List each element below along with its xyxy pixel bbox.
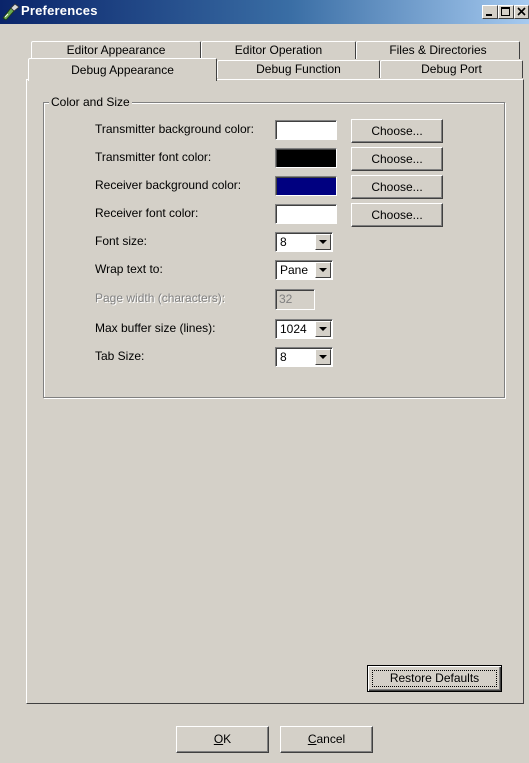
choose-transmitter-bg-button[interactable]: Choose... xyxy=(351,119,443,143)
close-button[interactable] xyxy=(514,5,529,19)
max-buffer-value: 1024 xyxy=(280,322,307,336)
transmitter-bg-label: Transmitter background color: xyxy=(95,122,254,136)
max-buffer-label: Max buffer size (lines): xyxy=(95,321,216,335)
ok-mnemonic: O xyxy=(213,732,224,746)
tab-editor-appearance[interactable]: Editor Appearance xyxy=(31,41,201,59)
chevron-down-icon[interactable] xyxy=(315,321,331,337)
tab-size-label: Tab Size: xyxy=(95,349,145,363)
chevron-down-icon[interactable] xyxy=(315,262,331,278)
receiver-font-label: Receiver font color: xyxy=(95,206,199,220)
chevron-down-icon[interactable] xyxy=(315,234,331,250)
chevron-down-icon[interactable] xyxy=(315,349,331,365)
font-size-select[interactable]: 8 xyxy=(275,232,333,252)
font-size-value: 8 xyxy=(280,235,287,249)
app-icon xyxy=(2,3,20,21)
minimize-icon xyxy=(486,14,492,16)
page-width-input: 32 xyxy=(275,289,315,310)
tab-editor-operation[interactable]: Editor Operation xyxy=(201,41,356,59)
window-title: Preferences xyxy=(21,3,98,18)
ok-label: K xyxy=(223,732,232,746)
cancel-button[interactable]: Cancel xyxy=(280,726,373,753)
max-buffer-select[interactable]: 1024 xyxy=(275,319,333,339)
group-legend: Color and Size xyxy=(49,95,132,109)
wrap-text-label: Wrap text to: xyxy=(95,262,163,276)
tab-debug-function[interactable]: Debug Function xyxy=(217,60,380,78)
cancel-label: ancel xyxy=(316,732,346,746)
focus-rectangle xyxy=(372,670,497,687)
tab-debug-appearance[interactable]: Debug Appearance xyxy=(28,58,217,81)
choose-transmitter-font-button[interactable]: Choose... xyxy=(351,147,443,171)
restore-defaults-button[interactable]: Restore Defaults xyxy=(367,665,502,692)
transmitter-font-label: Transmitter font color: xyxy=(95,150,212,164)
maximize-button[interactable] xyxy=(498,5,514,19)
wrap-text-value: Pane xyxy=(280,263,309,277)
choose-receiver-font-button[interactable]: Choose... xyxy=(351,203,443,227)
choose-receiver-bg-button[interactable]: Choose... xyxy=(351,175,443,199)
minimize-button[interactable] xyxy=(482,5,498,19)
tab-files-directories[interactable]: Files & Directories xyxy=(356,41,520,59)
tab-debug-port[interactable]: Debug Port xyxy=(380,60,523,78)
tab-size-select[interactable]: 8 xyxy=(275,347,333,367)
transmitter-bg-swatch xyxy=(275,120,337,140)
tab-size-value: 8 xyxy=(280,350,287,364)
maximize-icon xyxy=(501,7,510,16)
receiver-bg-swatch xyxy=(275,176,337,196)
ok-button[interactable]: OK xyxy=(176,726,269,753)
receiver-font-swatch xyxy=(275,204,337,224)
wrap-text-select[interactable]: Pane xyxy=(275,260,333,280)
close-icon xyxy=(517,7,526,16)
font-size-label: Font size: xyxy=(95,234,148,248)
transmitter-font-swatch xyxy=(275,148,337,168)
receiver-bg-label: Receiver background color: xyxy=(95,178,242,192)
page-width-label: Page width (characters): xyxy=(95,291,226,305)
